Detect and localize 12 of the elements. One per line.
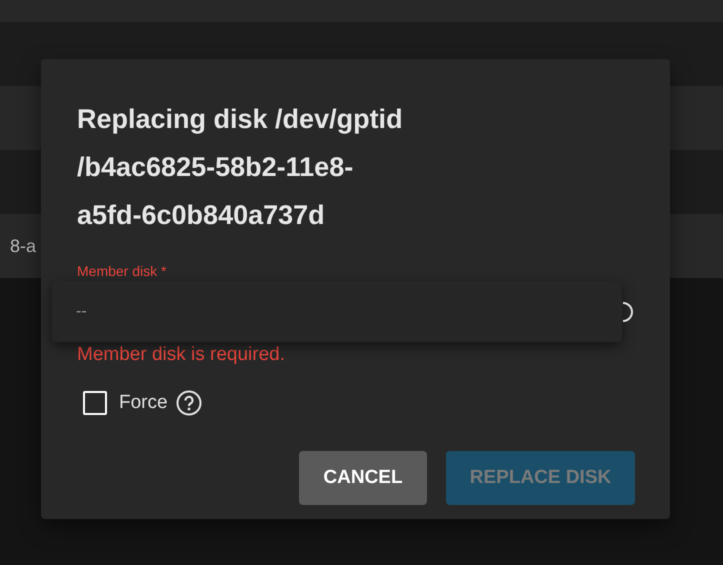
table-cell: 8-a: [10, 236, 36, 256]
help-icon[interactable]: [623, 302, 633, 322]
force-checkbox[interactable]: [83, 391, 107, 415]
help-icon[interactable]: [176, 390, 202, 416]
cancel-button[interactable]: CANCEL: [299, 451, 427, 505]
dialog-title: /b4ac6825-58b2-11e8-: [77, 151, 354, 184]
dialog-title: Replacing disk /dev/gptid: [77, 103, 404, 136]
force-label: Force: [119, 392, 168, 414]
dropdown-option[interactable]: --: [76, 302, 87, 320]
dialog-title: a5fd-6c0b840a737d: [77, 199, 326, 232]
error-message: Member disk is required.: [77, 344, 286, 366]
field-label: Member disk *: [77, 263, 166, 279]
